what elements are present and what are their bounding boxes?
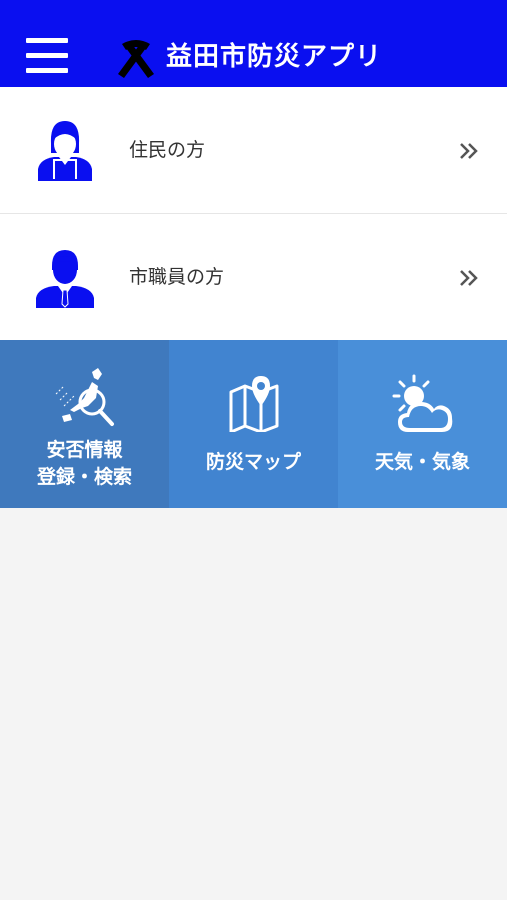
user-type-list: 住民の方 市職員の方 (0, 87, 507, 340)
safety-info-label-line1: 安否情報 (46, 439, 123, 461)
safety-info-label-line2: 登録・検索 (36, 466, 132, 488)
staff-row[interactable]: 市職員の方 (0, 213, 507, 340)
app-header: 益田市防災アプリ (0, 0, 507, 87)
male-staff-icon (36, 250, 94, 308)
ribbon-icon (118, 40, 154, 78)
sun-cloud-icon (392, 374, 452, 432)
disaster-map-label: 防災マップ (205, 451, 301, 473)
double-chevron-right-icon (460, 143, 478, 159)
map-pin-icon (229, 376, 278, 432)
japan-map-search-icon (55, 368, 114, 426)
app-title: 益田市防災アプリ (166, 42, 383, 72)
resident-label: 住民の方 (129, 139, 206, 161)
safety-info-tile[interactable]: 安否情報 登録・検索 (0, 340, 169, 508)
female-user-icon (38, 121, 92, 181)
feature-tiles: 安否情報 登録・検索 防災マップ 天気・気象 (0, 340, 507, 508)
resident-row[interactable]: 住民の方 (0, 87, 507, 213)
hamburger-menu-icon[interactable] (26, 38, 68, 76)
weather-label: 天気・気象 (374, 451, 470, 473)
weather-tile[interactable]: 天気・気象 (338, 340, 507, 508)
staff-label: 市職員の方 (129, 266, 225, 288)
disaster-map-tile[interactable]: 防災マップ (169, 340, 338, 508)
double-chevron-right-icon (460, 270, 478, 286)
